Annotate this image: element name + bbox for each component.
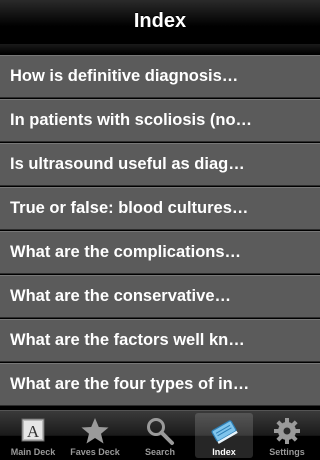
list-item[interactable]: What are the complications…: [0, 231, 320, 274]
tab-faves-deck[interactable]: Faves Deck: [66, 413, 124, 458]
list-item[interactable]: Is ultrasound useful as diag…: [0, 143, 320, 186]
tab-bar: A Main Deck Faves Deck Search Index Sett…: [0, 410, 320, 460]
gear-icon: [274, 418, 300, 444]
tab-label: Main Deck: [10, 447, 56, 457]
letter-a-icon: A: [21, 418, 45, 442]
tab-label: Index: [212, 447, 236, 457]
tab-label: Settings: [269, 447, 305, 457]
list-item[interactable]: How is definitive diagnosis…: [0, 55, 320, 98]
list-item[interactable]: What are the four types of in…: [0, 363, 320, 406]
navigation-bar: Index: [0, 0, 320, 45]
index-list: How is definitive diagnosis… In patients…: [0, 54, 320, 410]
list-item-label: What are the conservative…: [10, 287, 231, 305]
tab-index[interactable]: Index: [195, 413, 253, 458]
list-item[interactable]: In patients with scoliosis (no…: [0, 99, 320, 142]
svg-text:A: A: [27, 422, 40, 441]
tab-search[interactable]: Search: [131, 413, 189, 458]
list-item-label: How is definitive diagnosis…: [10, 67, 239, 85]
magnifier-icon: [147, 418, 174, 445]
list-item[interactable]: What are the conservative…: [0, 275, 320, 318]
star-icon: [81, 418, 109, 444]
list-item[interactable]: True or false: blood cultures…: [0, 187, 320, 230]
tab-settings[interactable]: Settings: [258, 413, 316, 458]
tab-main-deck[interactable]: A Main Deck: [4, 413, 62, 458]
list-item-label: True or false: blood cultures…: [10, 199, 249, 217]
list-item-label: What are the four types of in…: [10, 375, 250, 393]
header-divider: [0, 44, 320, 54]
list-item-label: Is ultrasound useful as diag…: [10, 155, 245, 173]
list-item-label: What are the complications…: [10, 243, 242, 261]
list-item[interactable]: What are the factors well kn…: [0, 319, 320, 362]
page-title: Index: [133, 10, 187, 32]
book-icon: [211, 420, 238, 444]
list-item-label: In patients with scoliosis (no…: [10, 111, 253, 129]
list-item-label: What are the factors well kn…: [10, 331, 245, 349]
tab-label: Faves Deck: [70, 447, 120, 457]
tab-label: Search: [144, 447, 176, 457]
